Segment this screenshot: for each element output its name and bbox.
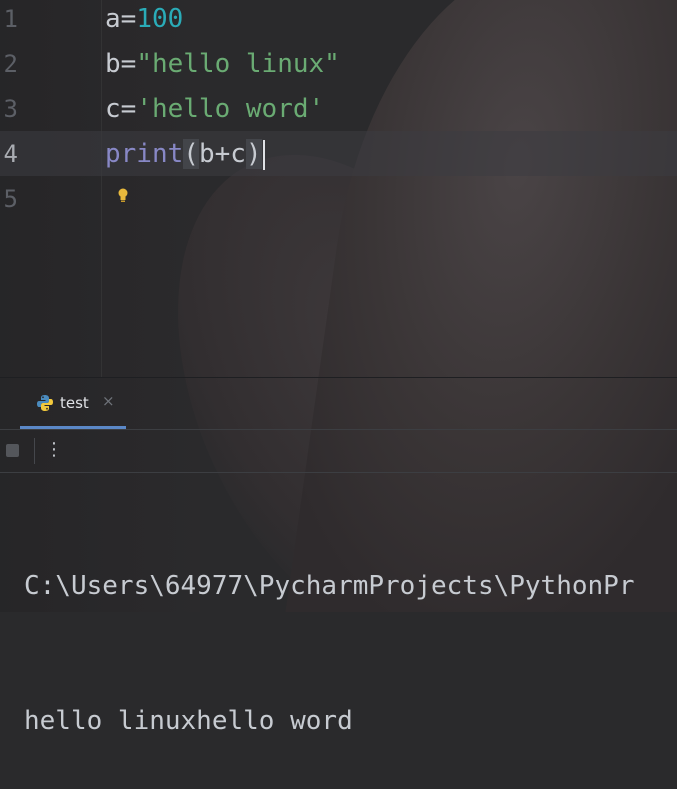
line-number: 4: [3, 140, 18, 168]
code-line-2[interactable]: 2 b="hello linux": [0, 42, 677, 87]
code-text[interactable]: a=100: [105, 0, 183, 42]
toolbar-separator: [34, 438, 35, 464]
python-icon: [37, 395, 53, 411]
close-icon[interactable]: ×: [102, 392, 115, 410]
code-line-4[interactable]: 4 print(b+c): [0, 132, 677, 177]
console-line: C:\Users\64977\PycharmProjects\PythonPr: [24, 571, 635, 601]
code-line-5[interactable]: 5: [0, 177, 677, 222]
line-number: 3: [3, 95, 18, 123]
text-caret: [262, 139, 265, 170]
code-editor[interactable]: 1 a=100 2 b="hello linux" 3 c='hello wor…: [0, 0, 677, 377]
tab-label: test: [60, 394, 89, 412]
more-options-icon[interactable]: ⋮: [45, 438, 63, 462]
run-toolbar: ⋮: [0, 430, 677, 472]
code-line-1[interactable]: 1 a=100: [0, 0, 677, 42]
run-tab-test[interactable]: test ×: [20, 378, 126, 428]
code-line-3[interactable]: 3 c='hello word': [0, 87, 677, 202]
line-number: 2: [3, 50, 18, 78]
code-text[interactable]: print(b+c): [105, 132, 265, 177]
console-line: hello linuxhello word: [24, 706, 353, 736]
line-number: 1: [3, 5, 18, 33]
code-text[interactable]: c='hello word': [105, 87, 324, 132]
stop-icon[interactable]: [6, 444, 19, 457]
divider: [0, 472, 677, 473]
console-output[interactable]: C:\Users\64977\PycharmProjects\PythonPr …: [24, 474, 677, 789]
run-tool-window-header: test ×: [0, 378, 677, 428]
code-text[interactable]: b="hello linux": [105, 42, 340, 87]
line-number: 5: [3, 185, 18, 213]
